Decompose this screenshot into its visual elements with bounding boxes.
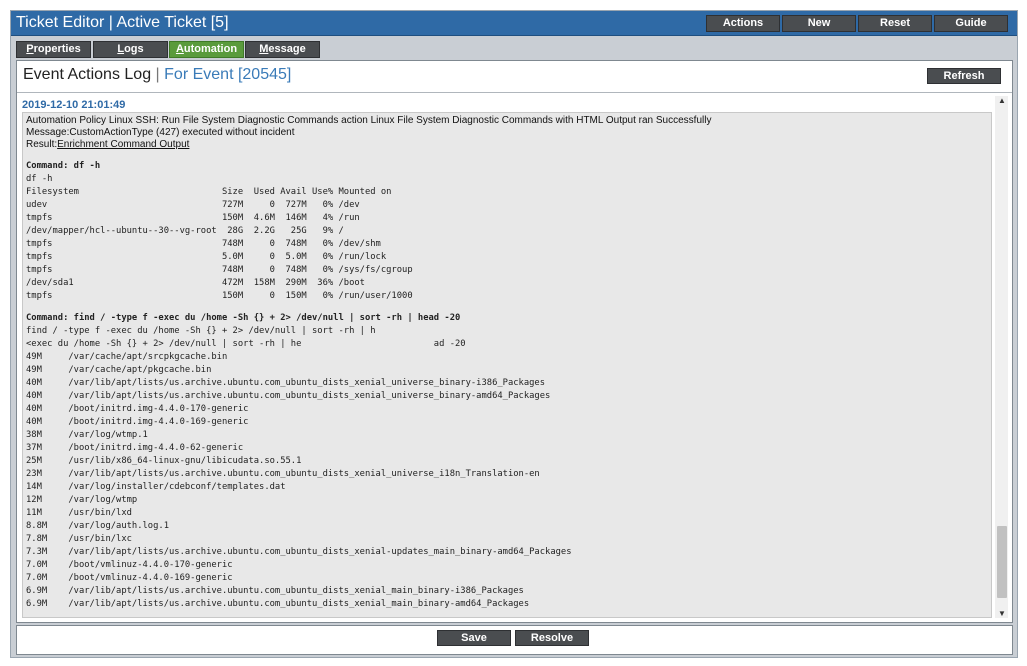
tab-message-label: essage xyxy=(268,43,306,55)
command-echo: <exec du /home -Sh {} + 2> /dev/null | s… xyxy=(26,339,466,349)
reset-button[interactable]: Reset xyxy=(858,15,932,32)
du-output: 49M /var/cache/apt/srcpkgcache.bin 49M /v… xyxy=(26,351,988,611)
tab-properties[interactable]: Properties xyxy=(16,41,91,58)
scroll-up-icon[interactable]: ▲ xyxy=(998,96,1006,105)
command-echo: find / -type f -exec du /home -Sh {} + 2… xyxy=(26,326,376,336)
log-result: Result:Enrichment Command Output xyxy=(26,139,988,151)
output-line: 12M /var/log/wtmp xyxy=(26,495,138,505)
tab-automation-accel: A xyxy=(175,43,184,55)
output-line: 11M /usr/bin/lxd xyxy=(26,508,132,518)
output-line: 7.3M /var/lib/apt/lists/us.archive.ubunt… xyxy=(26,547,572,557)
divider xyxy=(17,92,1012,93)
scroll-thumb[interactable] xyxy=(997,526,1007,598)
tab-automation-label: utomation xyxy=(183,43,238,55)
output-line: 8.8M /var/log/auth.log.1 xyxy=(26,521,169,531)
guide-button[interactable]: Guide xyxy=(934,15,1008,32)
tab-logs[interactable]: Logs xyxy=(93,41,168,58)
ticket-editor-window: Ticket Editor | Active Ticket [5] Action… xyxy=(10,10,1018,658)
footer-bar: Save Resolve xyxy=(16,625,1013,655)
tab-properties-accel: P xyxy=(26,43,34,55)
output-line: 7.0M /boot/vmlinuz-4.4.0-170-generic xyxy=(26,560,233,570)
output-line: 49M /var/cache/apt/pkgcache.bin xyxy=(26,365,212,375)
output-line: 23M /var/lib/apt/lists/us.archive.ubuntu… xyxy=(26,469,540,479)
title-bar: Ticket Editor | Active Ticket [5] Action… xyxy=(11,11,1017,36)
tab-logs-label: ogs xyxy=(124,43,144,55)
output-line: 38M /var/log/wtmp.1 xyxy=(26,430,148,440)
output-line: /dev/mapper/hcl--ubuntu--30--vg-root 28G… xyxy=(26,226,344,236)
panel-title: Event Actions Log | For Event [20545] xyxy=(23,66,291,84)
window-title: Ticket Editor | Active Ticket [5] xyxy=(16,14,229,31)
resolve-button[interactable]: Resolve xyxy=(515,630,589,646)
output-line: 7.0M /boot/vmlinuz-4.4.0-169-generic xyxy=(26,573,233,583)
output-line: 25M /usr/lib/x86_64-linux-gnu/libicudata… xyxy=(26,456,302,466)
log-timestamp: 2019-12-10 21:01:49 xyxy=(22,99,126,111)
output-line: 14M /var/log/installer/cdebconf/template… xyxy=(26,482,286,492)
output-line: 6.9M /var/lib/apt/lists/us.archive.ubunt… xyxy=(26,599,530,609)
panel-title-text: Event Actions Log xyxy=(23,66,152,83)
output-line: tmpfs 748M 0 748M 0% /sys/fs/cgroup xyxy=(26,265,413,275)
output-line: tmpfs 5.0M 0 5.0M 0% /run/lock xyxy=(26,252,387,262)
log-scroll-area[interactable]: 2019-12-10 21:01:49 Automation Policy Li… xyxy=(22,94,1008,621)
output-line: /dev/sda1 472M 158M 290M 36% /boot xyxy=(26,278,365,288)
log-entry: Automation Policy Linux SSH: Run File Sy… xyxy=(22,112,992,618)
scroll-down-icon[interactable]: ▼ xyxy=(998,609,1006,618)
tab-automation[interactable]: Automation xyxy=(169,41,244,58)
result-prefix: Result: xyxy=(26,139,58,150)
actions-button[interactable]: Actions xyxy=(706,15,780,32)
output-line: Filesystem Size Used Avail Use% Mounted … xyxy=(26,187,392,197)
vertical-scrollbar[interactable]: ▲ ▼ xyxy=(995,96,1008,618)
log-message: Message:CustomActionType (427) executed … xyxy=(26,127,295,138)
command-header: Command: find / -type f -exec du /home -… xyxy=(26,313,461,323)
new-button[interactable]: New xyxy=(782,15,856,32)
tab-properties-label: roperties xyxy=(33,43,81,55)
save-button[interactable]: Save xyxy=(437,630,511,646)
output-line: 40M /var/lib/apt/lists/us.archive.ubuntu… xyxy=(26,378,546,388)
enrichment-output-link[interactable]: Enrichment Command Output xyxy=(57,139,189,150)
command-echo: df -h xyxy=(26,174,53,184)
refresh-button[interactable]: Refresh xyxy=(927,68,1001,84)
output-line: 40M /var/lib/apt/lists/us.archive.ubuntu… xyxy=(26,391,551,401)
event-actions-panel: Event Actions Log | For Event [20545] Re… xyxy=(16,60,1013,623)
tab-message[interactable]: Message xyxy=(245,41,320,58)
df-output: Filesystem Size Used Avail Use% Mounted … xyxy=(26,186,988,303)
output-line: tmpfs 150M 4.6M 146M 4% /run xyxy=(26,213,360,223)
output-line: 49M /var/cache/apt/srcpkgcache.bin xyxy=(26,352,228,362)
output-line: 6.9M /var/lib/apt/lists/us.archive.ubunt… xyxy=(26,586,524,596)
event-id-label: For Event [20545] xyxy=(164,66,292,83)
log-summary: Automation Policy Linux SSH: Run File Sy… xyxy=(26,115,712,126)
output-line: 37M /boot/initrd.img-4.4.0-62-generic xyxy=(26,443,244,453)
command-header: Command: df -h xyxy=(26,161,101,171)
output-line: 40M /boot/initrd.img-4.4.0-169-generic xyxy=(26,417,249,427)
output-line: tmpfs 748M 0 748M 0% /dev/shm xyxy=(26,239,381,249)
title-separator: | xyxy=(155,66,160,83)
output-line: 7.8M /usr/bin/lxc xyxy=(26,534,132,544)
output-line: 40M /boot/initrd.img-4.4.0-170-generic xyxy=(26,404,249,414)
output-line: tmpfs 150M 0 150M 0% /run/user/1000 xyxy=(26,291,413,301)
output-line: udev 727M 0 727M 0% /dev xyxy=(26,200,360,210)
